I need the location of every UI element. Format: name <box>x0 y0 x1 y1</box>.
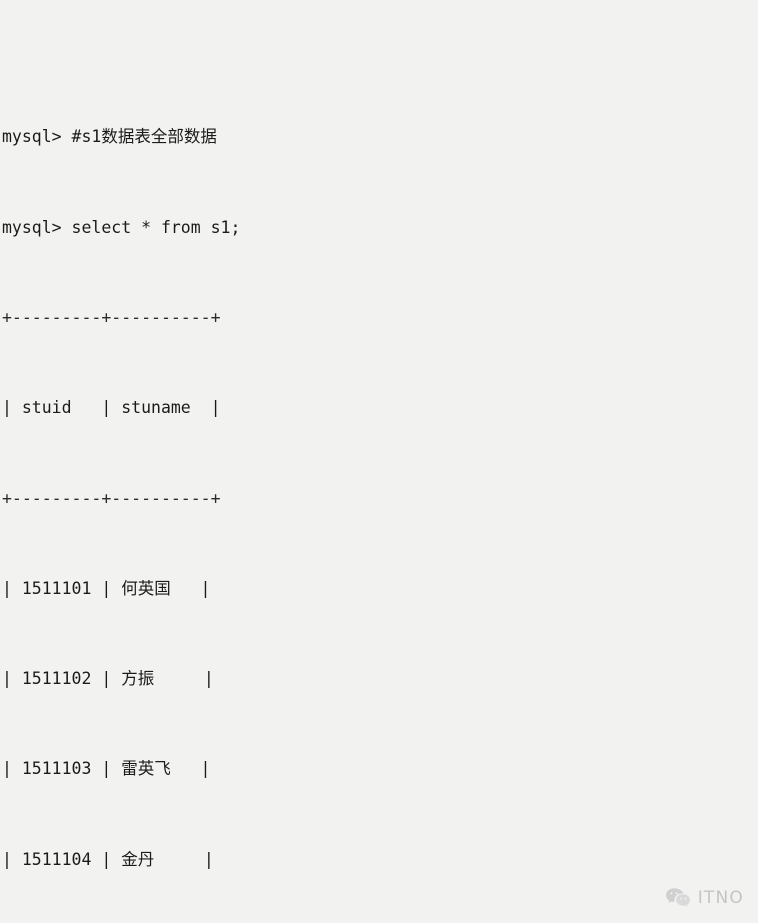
comment-line-s1: mysql> #s1数据表全部数据 <box>2 127 217 147</box>
wechat-icon <box>665 887 691 909</box>
watermark-label: ITNO <box>697 888 744 908</box>
table-row: | 1511104 | 金丹 | <box>2 849 214 869</box>
table-top-rule-s1: +---------+----------+ <box>2 307 221 327</box>
table-header-row-s1: | stuid | stuname | <box>2 398 221 418</box>
table-row: | 1511101 | 何英国 | <box>2 578 211 598</box>
table-row: | 1511102 | 方振 | <box>2 669 214 689</box>
table-row: | 1511103 | 雷英飞 | <box>2 759 211 779</box>
watermark: ITNO <box>665 887 744 909</box>
command-line-s1: mysql> select * from s1; <box>2 217 241 237</box>
mysql-console-output: mysql> #s1数据表全部数据 mysql> select * from s… <box>2 2 756 923</box>
table-mid-rule-s1: +---------+----------+ <box>2 488 221 508</box>
terminal-screenshot: mysql> #s1数据表全部数据 mysql> select * from s… <box>0 0 758 923</box>
